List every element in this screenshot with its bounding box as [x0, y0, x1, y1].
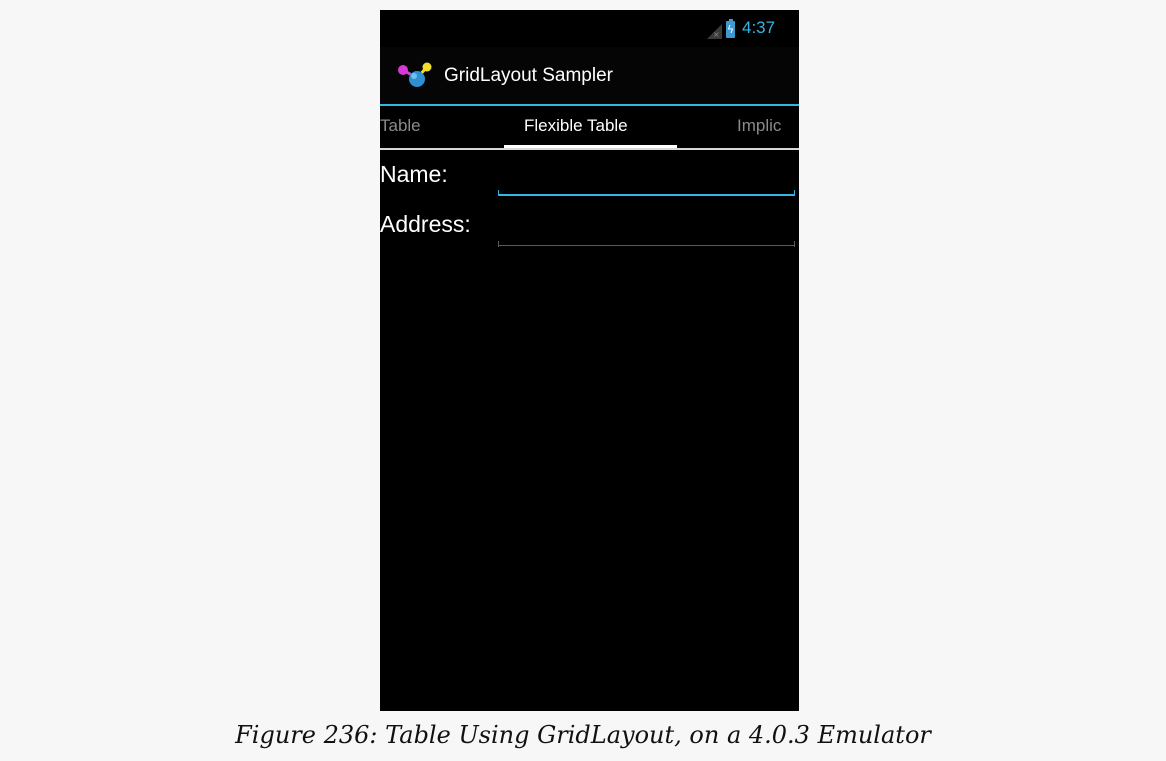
- status-time: 4:37: [742, 18, 776, 37]
- tab-flexible-table[interactable]: Flexible Table: [524, 116, 628, 136]
- tab-table[interactable]: Table: [380, 116, 421, 136]
- emulator-screen: × ϟ 4:37 GridLayout Sampler Table Flexib…: [380, 10, 799, 711]
- name-field-corner-left: [498, 190, 499, 196]
- name-field-corner-right: [794, 190, 795, 196]
- name-field[interactable]: [498, 162, 795, 196]
- address-field[interactable]: [498, 212, 795, 246]
- address-field-corner-right: [794, 241, 795, 247]
- battery-charging-icon: ϟ: [726, 19, 735, 38]
- action-bar: GridLayout Sampler: [380, 47, 799, 104]
- address-label: Address:: [380, 211, 471, 237]
- name-label: Name:: [380, 161, 448, 187]
- tab-strip: Table Flexible Table Implic: [380, 106, 799, 148]
- tab-strip-divider: [380, 148, 799, 150]
- molecule-app-icon[interactable]: [397, 61, 433, 89]
- app-title: GridLayout Sampler: [444, 65, 613, 86]
- no-signal-mark: ×: [713, 30, 720, 39]
- address-field-corner-left: [498, 241, 499, 247]
- tab-implicit[interactable]: Implic: [737, 116, 799, 136]
- figure-caption: Figure 236: Table Using GridLayout, on a…: [235, 721, 931, 749]
- status-bar: × ϟ 4:37: [380, 10, 799, 47]
